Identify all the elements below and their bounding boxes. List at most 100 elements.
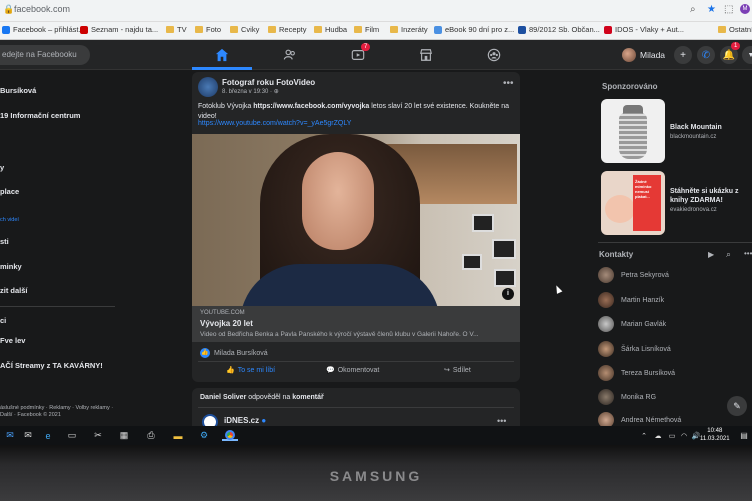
sidebar-item[interactable]: Bursíková [0, 86, 36, 95]
contact-item[interactable]: Monika RG [598, 389, 656, 405]
clock[interactable]: 10:48 11.03.2021 [700, 427, 730, 443]
chevron-up-icon[interactable]: ⌃ [638, 430, 650, 441]
ad-title[interactable]: Black Mountain [670, 123, 722, 132]
notifications-button[interactable]: 🔔 1 [720, 42, 741, 64]
bookmark-folder[interactable]: Recepty [268, 25, 307, 34]
bookmark-folder[interactable]: Film [354, 25, 379, 34]
sidebar-item[interactable]: place [0, 187, 19, 196]
reactor-name: Milada Bursíková [214, 349, 268, 357]
cloud-icon[interactable]: ☁ [652, 430, 664, 441]
new-message-button[interactable]: ✎ [727, 396, 747, 416]
more-options-icon[interactable]: ••• [744, 249, 752, 258]
contact-item[interactable]: Petra Sekyrová [598, 267, 669, 283]
person-face [302, 152, 374, 250]
sidebar-item[interactable]: AČÍ Streamy z TA KAVÁRNY! [0, 361, 103, 370]
ad-image[interactable]: Žádné miminko nemusí plakat... [601, 171, 665, 235]
user-name: Milada [640, 50, 666, 60]
video-call-icon[interactable]: ▶ [708, 250, 714, 259]
ebook-icon [434, 25, 442, 34]
address-bar[interactable]: 🔒 facebook.com ⌕ ★ ⬚ M [0, 0, 752, 22]
folder-icon [268, 26, 276, 33]
reactions-summary[interactable]: 👍 Milada Bursíková [200, 348, 268, 358]
bookmark-folder[interactable]: Cviky [230, 25, 259, 34]
contact-item[interactable]: Marian Gavlák [598, 316, 666, 332]
sidebar-item[interactable]: ci [0, 316, 6, 325]
account-menu-button[interactable]: ▼ [742, 46, 752, 64]
contact-item[interactable]: Šárka Lisníková [598, 341, 671, 357]
tools-icon[interactable]: ✂ [92, 430, 104, 441]
nav-marketplace[interactable] [415, 46, 437, 64]
bookmark-folder[interactable]: TV [166, 25, 187, 34]
comment-button[interactable]: 💬 Okomentovat [326, 366, 379, 375]
thumbs-up-icon: 👍 [226, 367, 235, 374]
mail-icon[interactable]: ✉ [4, 430, 16, 441]
sidebar-item[interactable]: zit další [0, 286, 28, 295]
notification-center-icon[interactable]: ▤ [738, 430, 750, 441]
ad-title[interactable]: Stáhněte si ukázku z knihy ZDARMA! [670, 187, 752, 205]
sidebar-sublabel[interactable]: ch videí [0, 217, 19, 223]
nav-home[interactable] [211, 46, 233, 64]
bookmark-folder[interactable]: Hudba [314, 25, 347, 34]
settings-icon[interactable]: ⚙ [198, 430, 210, 441]
more-options-icon[interactable]: ••• [503, 78, 514, 89]
bookmark-item[interactable]: 89/2012 Sb. Občan... [518, 25, 600, 34]
sponsored-title: Sponzorováno [602, 82, 658, 91]
like-icon: 👍 [200, 348, 210, 358]
avatar [598, 341, 614, 357]
bookmark-item[interactable]: Facebook – přihlást... [2, 25, 85, 34]
bookmark-folder[interactable]: Inzeráty [390, 25, 428, 34]
sidebar-item[interactable]: y [0, 163, 4, 172]
bookmark-item[interactable]: IDOS - Vlaky + Aut... [604, 25, 684, 34]
create-button[interactable]: + [674, 46, 692, 64]
nav-friends[interactable] [279, 46, 301, 64]
sidebar-item[interactable]: 19 Informační centrum [0, 111, 80, 120]
youtube-link[interactable]: https://www.youtube.com/watch?v=_yAe5grZ… [198, 120, 351, 127]
bookmark-item[interactable]: Seznam - najdu ta... [80, 25, 158, 34]
sidebar-item[interactable]: minky [0, 262, 22, 271]
clock-time: 10:48 [707, 428, 723, 434]
page-name[interactable]: Fotograf roku FotoVideo [222, 78, 315, 87]
more-options-icon[interactable]: ••• [497, 416, 506, 426]
profile-chip[interactable]: Milada [622, 48, 665, 62]
bookmark-folder[interactable]: Ostatní [718, 25, 752, 34]
calculator-icon[interactable]: ▦ [118, 430, 130, 441]
info-icon[interactable]: i [502, 288, 514, 300]
folder-icon[interactable]: ▬ [172, 430, 184, 441]
search-icon[interactable]: ⌕ [690, 4, 696, 15]
page-name[interactable]: iDNES.cz ● [224, 416, 266, 425]
sidebar-item[interactable]: Fve lev [0, 336, 25, 345]
messenger-button[interactable]: ✆ [697, 46, 715, 64]
taskbar: ✉ ✉ e ▭ ✂ ▦ ⎙ ▬ ⚙ ⌃ ☁ ▭ ◠ 🔊 10:48 11.03.2… [0, 426, 752, 445]
like-button[interactable]: 👍 To se mi líbí [226, 366, 275, 375]
search-input[interactable]: edejte na Facebooku [0, 45, 90, 65]
nav-groups[interactable] [483, 46, 505, 64]
left-sidebar: Bursíková 19 Informační centrum y place … [0, 70, 120, 430]
sidebar-item[interactable]: sti [0, 237, 9, 246]
page-avatar[interactable] [198, 77, 218, 97]
avatar [598, 316, 614, 332]
search-icon[interactable]: ⌕ [726, 249, 731, 260]
post-timestamp[interactable]: 8. března v 19:30 · ⊕ [222, 88, 279, 95]
bookmark-folder[interactable]: Foto [195, 25, 221, 34]
share-button[interactable]: ↪ Sdílet [444, 366, 471, 375]
wifi-icon[interactable]: ◠ [678, 430, 690, 441]
folder-icon [354, 26, 362, 33]
link-preview[interactable]: YOUTUBE.COM Vývojka 20 let Video od Bedř… [192, 306, 520, 342]
ad-image[interactable] [601, 99, 665, 163]
edge-icon[interactable]: e [42, 430, 54, 441]
chrome-icon[interactable] [222, 429, 238, 441]
profile-avatar-icon[interactable]: M [740, 4, 750, 14]
contact-item[interactable]: Martin Hanzík [598, 292, 664, 308]
bookmark-item[interactable]: eBook 90 dní pro z... [434, 25, 514, 34]
post-inline-link[interactable]: https://www.facebook.com/vyvojka [253, 103, 369, 110]
mail-alt-icon[interactable]: ▭ [66, 430, 78, 441]
extension-icon[interactable]: ⬚ [724, 4, 733, 15]
mail-app-icon[interactable]: ✉ [22, 430, 34, 441]
printer-icon[interactable]: ⎙ [145, 430, 157, 441]
url-text[interactable]: facebook.com [14, 4, 70, 14]
video-thumbnail[interactable]: i [192, 134, 520, 306]
contact-item[interactable]: Tereza Bursíková [598, 365, 675, 381]
battery-icon[interactable]: ▭ [666, 430, 678, 441]
star-icon[interactable]: ★ [707, 4, 716, 15]
nav-watch[interactable]: 7 [347, 43, 371, 64]
